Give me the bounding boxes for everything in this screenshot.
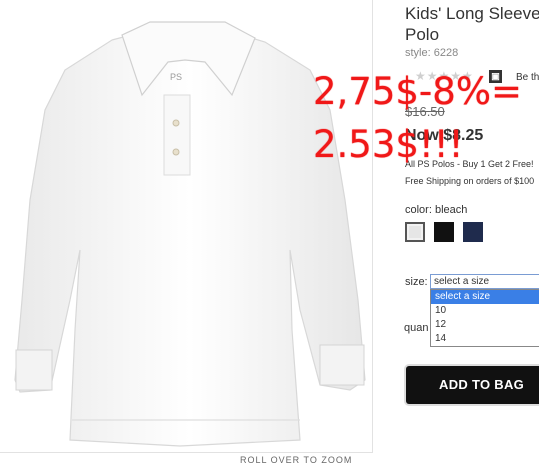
swatch-fill	[409, 226, 421, 238]
price-annotation-line2: 2.53$!!!	[313, 123, 464, 166]
product-title: Kids' Long Sleeve Polo	[405, 3, 539, 45]
color-label: color: bleach	[405, 204, 467, 216]
size-select[interactable]: select a size	[430, 274, 539, 289]
size-option[interactable]: 12	[431, 318, 539, 332]
style-number: style: 6228	[405, 47, 459, 59]
color-swatch-bleach[interactable]	[405, 222, 425, 242]
size-dropdown-list[interactable]: select a size 10 12 14	[430, 289, 539, 347]
price-annotation-line1: 2,75$-8%=	[313, 70, 522, 113]
color-label-text: color:	[405, 204, 432, 216]
product-title-line1: Kids' Long Sleeve	[405, 4, 539, 23]
add-to-bag-button[interactable]: ADD TO BAG	[406, 366, 539, 404]
size-option[interactable]: 10	[431, 304, 539, 318]
size-option[interactable]: select a size	[431, 290, 539, 304]
size-label: size:	[405, 276, 428, 288]
zoom-hint: ROLL OVER TO ZOOM	[240, 455, 353, 465]
product-title-line2: Polo	[405, 25, 440, 44]
product-image-polo[interactable]: PS	[0, 0, 372, 452]
image-logo-text: PS	[170, 72, 182, 82]
size-option[interactable]: 14	[431, 332, 539, 346]
quantity-label: quan	[404, 322, 429, 334]
color-swatch-black[interactable]	[434, 222, 454, 242]
color-value: bleach	[434, 204, 468, 216]
shipping-note: Free Shipping on orders of $100	[405, 176, 535, 186]
product-image-panel[interactable]: PS	[0, 0, 373, 453]
color-swatch-navy[interactable]	[463, 222, 483, 242]
